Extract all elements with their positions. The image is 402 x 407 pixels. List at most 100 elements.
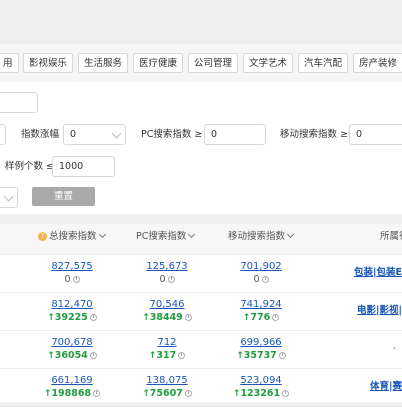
header-total-label: 总搜索指数 [49, 231, 97, 242]
pc-index-value: 0 [211, 129, 218, 140]
clock-icon[interactable] [167, 276, 175, 283]
reset-button[interactable]: 重置 [32, 187, 95, 206]
total-change: ↑36054 [32, 349, 112, 363]
partial-select[interactable] [0, 187, 18, 208]
help-icon[interactable]: ? [38, 232, 47, 241]
change-value: 39225 [54, 312, 88, 323]
chevron-down-icon [286, 230, 295, 239]
clock-icon[interactable] [261, 276, 269, 283]
table-row: 661,169 ↑198868 138,075 ↑75607 523,094 ↑… [0, 368, 402, 407]
sample-count-input[interactable]: 1000 [52, 156, 115, 177]
index-growth-label: 指数涨幅 [21, 129, 60, 140]
category-link[interactable]: 电影|影视| [357, 292, 402, 330]
clock-icon[interactable] [72, 276, 80, 283]
mobile-change: 0 [221, 273, 301, 286]
total-change: 0 [32, 273, 112, 286]
category-link[interactable]: 包装|包装E [354, 254, 402, 292]
industry-tags-bar: 用 影视娱乐 生活服务 医疗健康 公司管理 文学艺术 汽车汽配 房产装修 [0, 44, 402, 83]
header-pc-label: PC搜索指数 [136, 231, 187, 242]
change-value: 35737 [243, 350, 277, 361]
total-cell: 700,678 ↑36054 [32, 330, 112, 368]
industry-tag[interactable]: 用 [0, 53, 19, 73]
header-mobile-label: 移动搜索指数 [228, 231, 286, 242]
pc-cell: 712 ↑317 [127, 330, 207, 368]
pc-cell: 70,546 ↑38449 [127, 292, 207, 330]
mobile-index-label: 移动搜索指数 ≥ [280, 129, 348, 140]
industry-tag[interactable]: 汽车汽配 [298, 53, 349, 73]
total-change: ↑198868 [32, 387, 112, 401]
category-link[interactable]: 体育|赛 [370, 368, 402, 406]
pc-index-label: PC搜索指数 ≥ [141, 129, 203, 140]
total-cell: 827,575 0 [32, 254, 112, 292]
mobile-index-input[interactable]: 0 [349, 124, 402, 145]
total-value[interactable]: 827,575 [32, 260, 112, 273]
pc-value[interactable]: 712 [127, 336, 207, 349]
table-header: ?总搜索指数 PC搜索指数 移动搜索指数 所属行 [0, 224, 402, 255]
mobile-index-value: 0 [356, 129, 363, 140]
table-row: 700,678 ↑36054 712 ↑317 699,966 ↑35737 - [0, 330, 402, 369]
mobile-change: ↑776 [221, 311, 301, 325]
table-row: 827,575 0 125,673 0 701,902 0 包装|包装E [0, 254, 402, 293]
total-value[interactable]: 812,470 [32, 298, 112, 311]
total-value[interactable]: 661,169 [32, 374, 112, 387]
change-value: 317 [156, 350, 177, 361]
chevron-down-icon [111, 128, 122, 139]
industry-tag[interactable]: 公司管理 [188, 53, 239, 73]
arrow-up-icon: ↑ [47, 351, 55, 361]
mobile-value[interactable]: 741,924 [221, 298, 301, 311]
total-change: ↑39225 [32, 311, 112, 325]
industry-tag[interactable]: 医疗健康 [133, 53, 184, 73]
chevron-down-icon [98, 230, 106, 239]
clock-icon[interactable] [272, 314, 280, 321]
pc-change: ↑317 [127, 349, 207, 363]
mobile-cell: 701,902 0 [221, 254, 301, 292]
industry-tag[interactable]: 影视娱乐 [23, 53, 74, 73]
change-value: 38449 [149, 312, 183, 323]
partial-input[interactable] [0, 124, 6, 145]
chevron-down-icon [188, 230, 196, 239]
change-value: 776 [250, 312, 271, 323]
header-pc[interactable]: PC搜索指数 [136, 224, 196, 250]
change-value: 0 [64, 274, 71, 285]
clock-icon[interactable] [89, 314, 97, 321]
header-category: 所属行 [380, 231, 402, 242]
clock-icon[interactable] [184, 314, 192, 321]
index-growth-select[interactable]: 0 [63, 124, 126, 145]
clock-icon[interactable] [89, 352, 97, 359]
arrow-up-icon: ↑ [142, 313, 150, 323]
pc-value[interactable]: 70,546 [127, 298, 207, 311]
mobile-value[interactable]: 701,902 [221, 260, 301, 273]
section-gap [0, 214, 402, 224]
mobile-value[interactable]: 523,094 [221, 374, 301, 387]
total-cell: 812,470 ↑39225 [32, 292, 112, 330]
clock-icon[interactable] [93, 390, 101, 397]
industry-tag[interactable]: 文学艺术 [243, 53, 294, 73]
sample-count-value: 1000 [59, 161, 84, 172]
keyword-input[interactable] [0, 92, 38, 113]
change-value: 36054 [54, 350, 88, 361]
change-value: 0 [253, 274, 260, 285]
industry-tag[interactable]: 房产装修 [353, 53, 402, 73]
results-table: ?总搜索指数 PC搜索指数 移动搜索指数 所属行 827,575 0 125,6… [0, 224, 402, 407]
mobile-cell: 741,924 ↑776 [221, 292, 301, 330]
industry-tag[interactable]: 生活服务 [78, 53, 129, 73]
clock-icon[interactable] [184, 390, 192, 397]
total-cell: 661,169 ↑198868 [32, 368, 112, 406]
mobile-change: ↑35737 [221, 349, 301, 363]
clock-icon[interactable] [178, 352, 186, 359]
pc-cell: 125,673 0 [127, 254, 207, 292]
clock-icon[interactable] [278, 352, 286, 359]
sample-count-label: 样例个数 ≤ [5, 161, 54, 172]
header-mobile[interactable]: 移动搜索指数 [228, 224, 295, 250]
pc-value[interactable]: 138,075 [127, 374, 207, 387]
pc-value[interactable]: 125,673 [127, 260, 207, 273]
table-row: 812,470 ↑39225 70,546 ↑38449 741,924 ↑77… [0, 292, 402, 331]
change-value: 198868 [51, 388, 92, 399]
clock-icon[interactable] [282, 390, 290, 397]
total-value[interactable]: 700,678 [32, 336, 112, 349]
header-total[interactable]: ? 总搜索指数 [38, 224, 106, 250]
pc-change: 0 [127, 273, 207, 286]
pc-index-input[interactable]: 0 [204, 124, 266, 145]
mobile-value[interactable]: 699,966 [221, 336, 301, 349]
arrow-up-icon: ↑ [236, 351, 244, 361]
